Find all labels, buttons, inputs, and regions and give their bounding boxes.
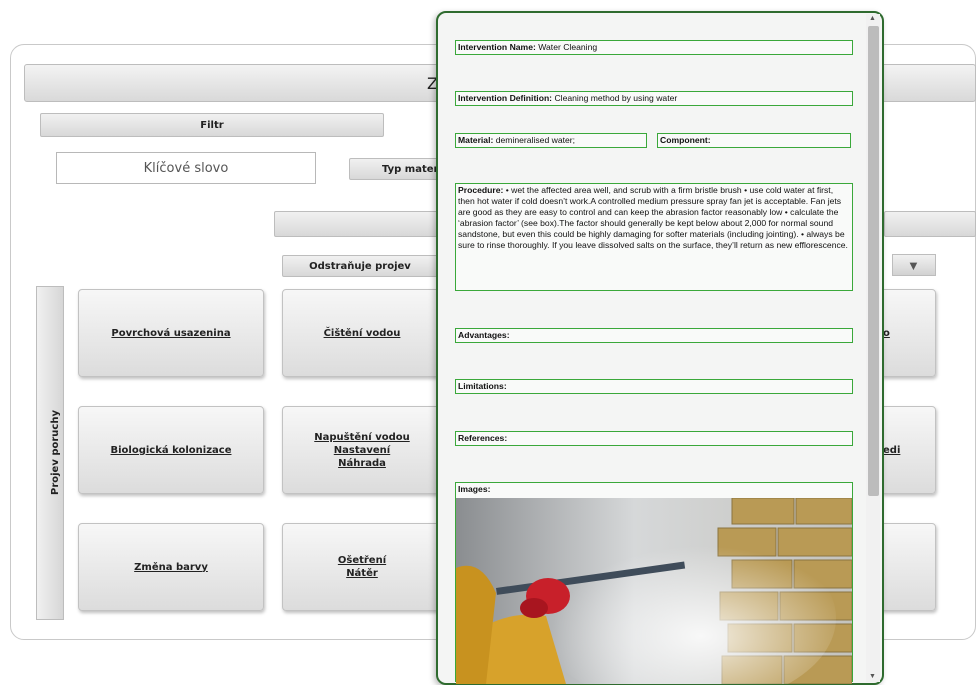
intervention-photo <box>456 498 852 684</box>
references-field: References: <box>455 431 853 446</box>
card-right-1[interactable]: o <box>880 289 936 377</box>
field-value: Cleaning method by using water <box>554 93 678 103</box>
procedure-field: Procedure: • wet the affected area well,… <box>455 183 853 291</box>
removes-label: Odstraňuje projev <box>309 260 411 272</box>
card-right-3[interactable] <box>880 523 936 611</box>
header-bar <box>274 211 444 237</box>
card-label: Biologická kolonizace <box>110 444 232 456</box>
component-field: Component: <box>657 133 851 148</box>
scroll-down-icon[interactable]: ▼ <box>869 673 876 680</box>
field-label: References: <box>458 433 508 443</box>
card-label: o <box>883 327 890 339</box>
field-value: • wet the affected area well, and scrub … <box>458 185 848 250</box>
card-label: edi <box>883 444 901 456</box>
down-arrow-icon: ▼ <box>907 258 920 273</box>
card-label: Povrchová usazenina <box>111 327 231 339</box>
intervention-name-field: Intervention Name: Water Cleaning <box>455 40 853 55</box>
field-label: Limitations: <box>458 381 507 391</box>
keyword-search-input[interactable]: Klíčové slovo <box>56 152 316 184</box>
filter-label: Filtr <box>200 119 224 131</box>
card-treatment[interactable]: Ošetření Nátěr <box>282 523 442 611</box>
material-type-label: Typ materi <box>382 163 439 175</box>
symptom-axis: Projev poruchy <box>36 286 64 620</box>
scrollbar-thumb[interactable] <box>868 26 879 496</box>
card-label: Ošetření <box>337 555 387 566</box>
field-label: Intervention Definition: <box>458 93 553 103</box>
card-label: Změna barvy <box>134 561 208 573</box>
material-field: Material: demineralised water; <box>455 133 647 148</box>
card-surface-deposit[interactable]: Povrchová usazenina <box>78 289 264 377</box>
card-water-cleaning[interactable]: Čištění vodou <box>282 289 442 377</box>
field-label: Intervention Name: <box>458 42 536 52</box>
filter-button[interactable]: Filtr <box>40 113 384 137</box>
keyword-placeholder: Klíčové slovo <box>143 160 229 176</box>
field-value: demineralised water; <box>495 135 576 145</box>
field-label: Advantages: <box>458 330 510 340</box>
material-type-button[interactable]: Typ materi <box>349 158 439 180</box>
card-label: Náhrada <box>338 457 386 469</box>
field-label: Procedure: <box>458 185 504 195</box>
card-right-2[interactable]: edi <box>880 406 936 494</box>
card-label: Nátěr <box>346 568 378 579</box>
card-label: Čištění vodou <box>323 327 401 339</box>
scroll-up-icon[interactable]: ▲ <box>869 15 876 22</box>
field-value: Water Cleaning <box>538 42 598 52</box>
field-label: Material: <box>458 135 494 145</box>
card-label: Nastavení <box>333 444 391 456</box>
card-biological-colonization[interactable]: Biologická kolonizace <box>78 406 264 494</box>
field-label: Component: <box>660 135 711 145</box>
intervention-definition-field: Intervention Definition: Cleaning method… <box>455 91 853 106</box>
advantages-field: Advantages: <box>455 328 853 343</box>
dropdown-toggle[interactable]: ▼ <box>892 254 936 276</box>
removes-symptom-header: Odstraňuje projev <box>282 255 438 277</box>
symptom-axis-label: Projev poruchy <box>50 410 61 495</box>
card-label: Napuštění vodou <box>314 431 410 443</box>
card-water-soaking[interactable]: Napuštění vodou Nastavení Náhrada <box>282 406 442 494</box>
field-label: Images: <box>458 484 491 494</box>
card-color-change[interactable]: Změna barvy <box>78 523 264 611</box>
limitations-field: Limitations: <box>455 379 853 394</box>
header-bar-right <box>884 211 976 237</box>
